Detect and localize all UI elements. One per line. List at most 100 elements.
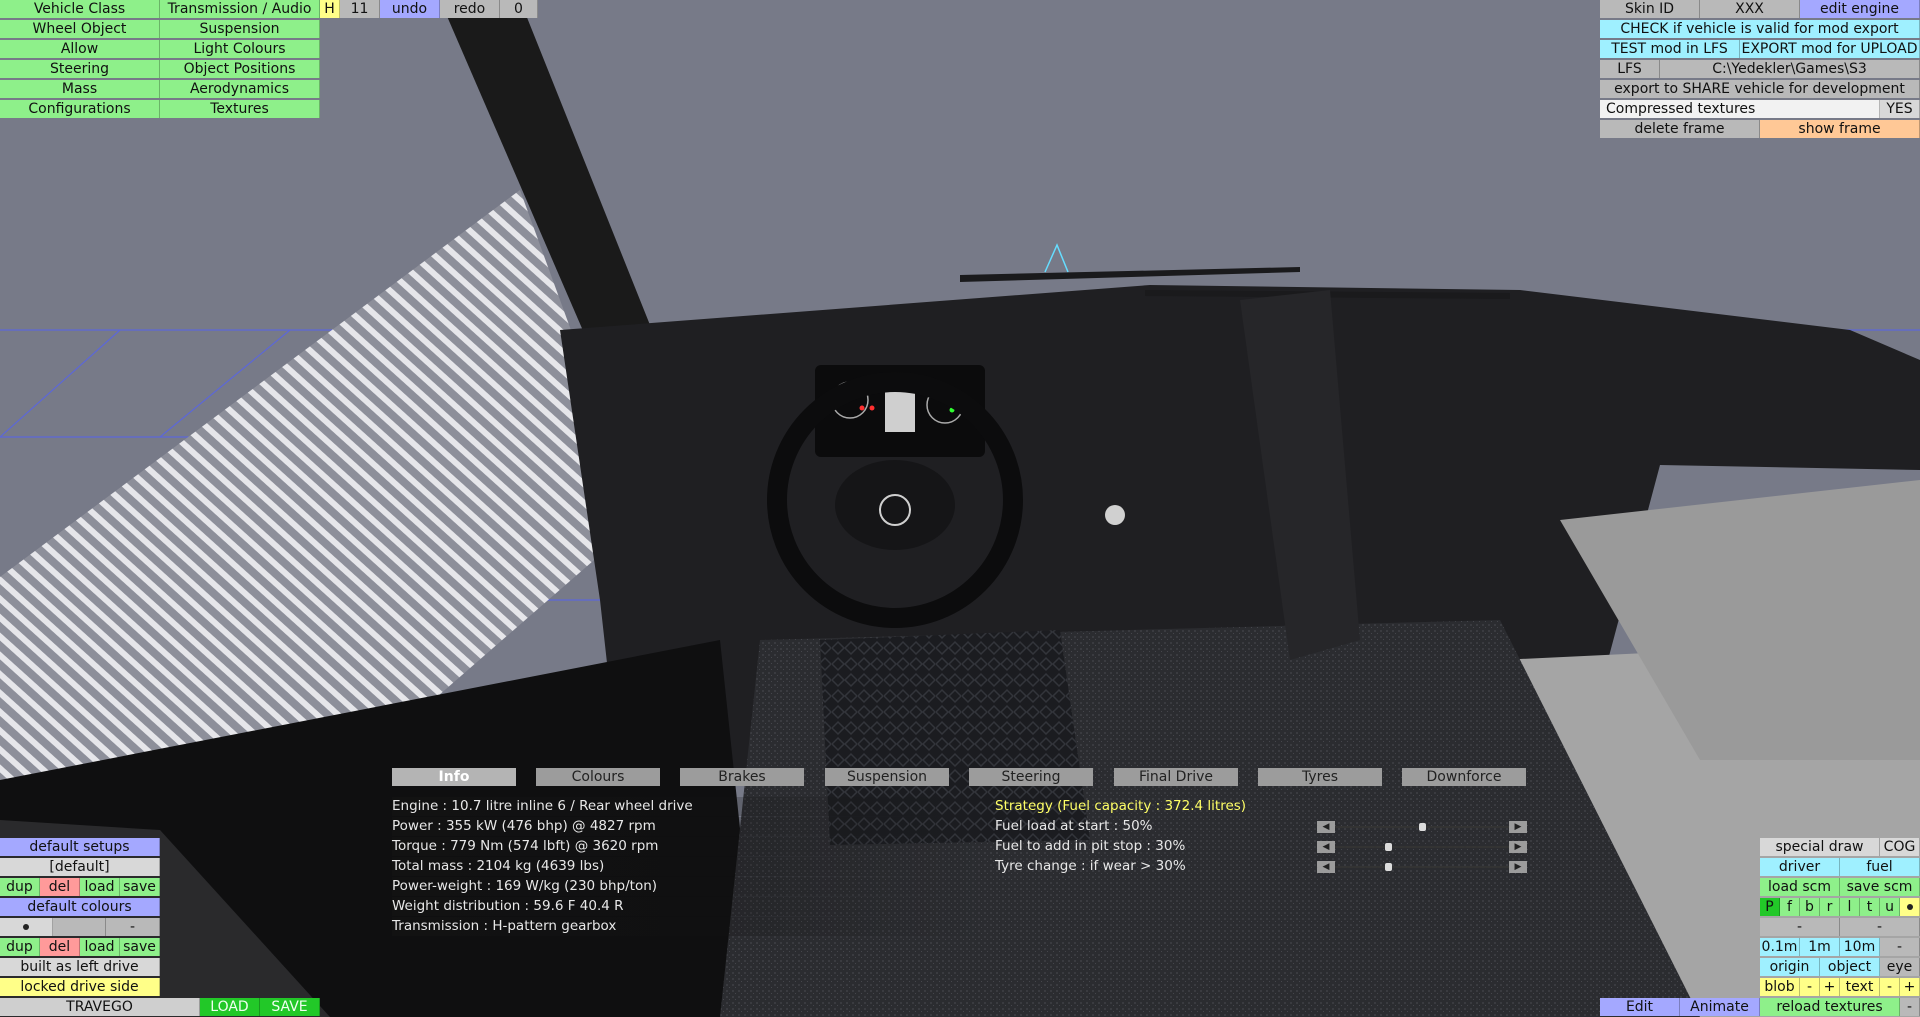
animate-mode-button[interactable]: Animate [1680, 998, 1760, 1016]
fuel-start-slider[interactable]: ◀ ▶ [1317, 821, 1527, 833]
menu-aerodynamics[interactable]: Aerodynamics [160, 80, 320, 98]
object-button[interactable]: object [1820, 958, 1880, 976]
setup-name-field[interactable]: [default] [0, 858, 160, 876]
skin-id-value[interactable]: XXX [1700, 0, 1800, 18]
flag-u-toggle[interactable]: u [1880, 898, 1900, 916]
check-valid-button[interactable]: CHECK if vehicle is valid for mod export [1600, 20, 1920, 38]
export-mod-button[interactable]: EXPORT mod for UPLOAD [1740, 40, 1920, 58]
lfs-path-field[interactable]: C:\Yedekler\Games\S3 [1660, 60, 1920, 78]
export-share-button[interactable]: export to SHARE vehicle for development [1600, 80, 1920, 98]
colour-save-button[interactable]: save [120, 938, 160, 956]
tab-downforce[interactable]: Downforce [1402, 768, 1526, 786]
load-scm-button[interactable]: load scm [1760, 878, 1840, 896]
flag-b-toggle[interactable]: b [1800, 898, 1820, 916]
menu-wheel-object[interactable]: Wheel Object [0, 20, 160, 38]
locked-drive-side-toggle[interactable]: locked drive side [0, 978, 160, 996]
flag-f-toggle[interactable]: f [1780, 898, 1800, 916]
slider-knob[interactable] [1418, 823, 1426, 831]
delete-frame-button[interactable]: delete frame [1600, 120, 1760, 138]
arrow-left-icon[interactable]: ◀ [1317, 841, 1335, 853]
save-scm-button[interactable]: save scm [1840, 878, 1920, 896]
setup-save-button[interactable]: save [120, 878, 160, 896]
tab-brakes[interactable]: Brakes [680, 768, 804, 786]
blob-minus-button[interactable]: - [1800, 978, 1820, 996]
tyre-change-slider[interactable]: ◀ ▶ [1317, 861, 1527, 873]
text-plus-button[interactable]: + [1900, 978, 1920, 996]
lfs-label: LFS [1600, 60, 1660, 78]
compressed-textures-toggle[interactable]: YES [1880, 100, 1920, 118]
origin-button[interactable]: origin [1760, 958, 1820, 976]
menu-steering[interactable]: Steering [0, 60, 160, 78]
arrow-right-icon[interactable]: ▶ [1509, 821, 1527, 833]
colour-dup-button[interactable]: dup [0, 938, 40, 956]
colour-dot-button[interactable] [0, 918, 53, 936]
edit-engine-button[interactable]: edit engine [1800, 0, 1920, 18]
reload-textures-button[interactable]: reload textures [1760, 998, 1900, 1016]
scale-1m-button[interactable]: 1m [1800, 938, 1840, 956]
flag-r-toggle[interactable]: r [1820, 898, 1840, 916]
colour-del-button[interactable]: del [40, 938, 80, 956]
tab-colours[interactable]: Colours [536, 768, 660, 786]
cog-button[interactable]: COG [1880, 838, 1920, 856]
arrow-left-icon[interactable]: ◀ [1317, 861, 1335, 873]
flag-t-toggle[interactable]: t [1860, 898, 1880, 916]
tab-final-drive[interactable]: Final Drive [1114, 768, 1238, 786]
h-toggle[interactable]: H [320, 0, 340, 18]
menu-configurations[interactable]: Configurations [0, 100, 160, 118]
colour-minus-button[interactable]: - [106, 918, 160, 936]
reload-minus-button[interactable]: - [1900, 998, 1920, 1016]
slider-knob[interactable] [1385, 863, 1393, 871]
setup-del-button[interactable]: del [40, 878, 80, 896]
show-frame-button[interactable]: show frame [1760, 120, 1920, 138]
redo-button[interactable]: redo [440, 0, 500, 18]
tab-info[interactable]: Info [392, 768, 516, 786]
load-vehicle-button[interactable]: LOAD [200, 998, 260, 1016]
text-button[interactable]: text [1840, 978, 1880, 996]
test-mod-button[interactable]: TEST mod in LFS [1600, 40, 1740, 58]
arrow-left-icon[interactable]: ◀ [1317, 821, 1335, 833]
slider-knob[interactable] [1385, 843, 1393, 851]
flag-l-toggle[interactable]: l [1840, 898, 1860, 916]
menu-object-positions[interactable]: Object Positions [160, 60, 320, 78]
flag-p-toggle[interactable]: P [1760, 898, 1780, 916]
undo-button[interactable]: undo [380, 0, 440, 18]
fuel-button[interactable]: fuel [1840, 858, 1920, 876]
menu-allow[interactable]: Allow [0, 40, 160, 58]
text-minus-button[interactable]: - [1880, 978, 1900, 996]
special-draw-button[interactable]: special draw [1760, 838, 1880, 856]
blob-plus-button[interactable]: + [1820, 978, 1840, 996]
tab-tyres[interactable]: Tyres [1258, 768, 1382, 786]
menu-transmission-audio[interactable]: Transmission / Audio [160, 0, 320, 18]
flag-dot-toggle[interactable] [1900, 898, 1920, 916]
minus-left-button[interactable]: - [1760, 918, 1840, 936]
driver-button[interactable]: driver [1760, 858, 1840, 876]
menu-vehicle-class[interactable]: Vehicle Class [0, 0, 160, 18]
edit-mode-button[interactable]: Edit [1600, 998, 1680, 1016]
colour-load-button[interactable]: load [80, 938, 120, 956]
history-count: 11 [340, 0, 380, 18]
arrow-right-icon[interactable]: ▶ [1509, 861, 1527, 873]
tab-suspension[interactable]: Suspension [825, 768, 949, 786]
setup-dup-button[interactable]: dup [0, 878, 40, 896]
menu-light-colours[interactable]: Light Colours [160, 40, 320, 58]
minus-right-button[interactable]: - [1840, 918, 1920, 936]
default-setups-button[interactable]: default setups [0, 838, 160, 856]
default-colours-button[interactable]: default colours [0, 898, 160, 916]
menu-mass[interactable]: Mass [0, 80, 160, 98]
info-engine: Engine : 10.7 litre inline 6 / Rear whee… [392, 797, 992, 816]
vehicle-name-field[interactable]: TRAVEGO [0, 998, 200, 1016]
info-power-weight: Power-weight : 169 W/kg (230 bhp/ton) [392, 877, 992, 896]
save-vehicle-button[interactable]: SAVE [260, 998, 320, 1016]
fuel-pit-slider[interactable]: ◀ ▶ [1317, 841, 1527, 853]
tab-steering[interactable]: Steering [969, 768, 1093, 786]
blob-button[interactable]: blob [1760, 978, 1800, 996]
scale-0-1m-button[interactable]: 0.1m [1760, 938, 1800, 956]
menu-textures[interactable]: Textures [160, 100, 320, 118]
eye-button[interactable]: eye [1880, 958, 1920, 976]
scale-10m-button[interactable]: 10m [1840, 938, 1880, 956]
arrow-right-icon[interactable]: ▶ [1509, 841, 1527, 853]
setup-load-button[interactable]: load [80, 878, 120, 896]
menu-suspension[interactable]: Suspension [160, 20, 320, 38]
built-as-left-drive-toggle[interactable]: built as left drive [0, 958, 160, 976]
scale-minus-button[interactable]: - [1880, 938, 1920, 956]
